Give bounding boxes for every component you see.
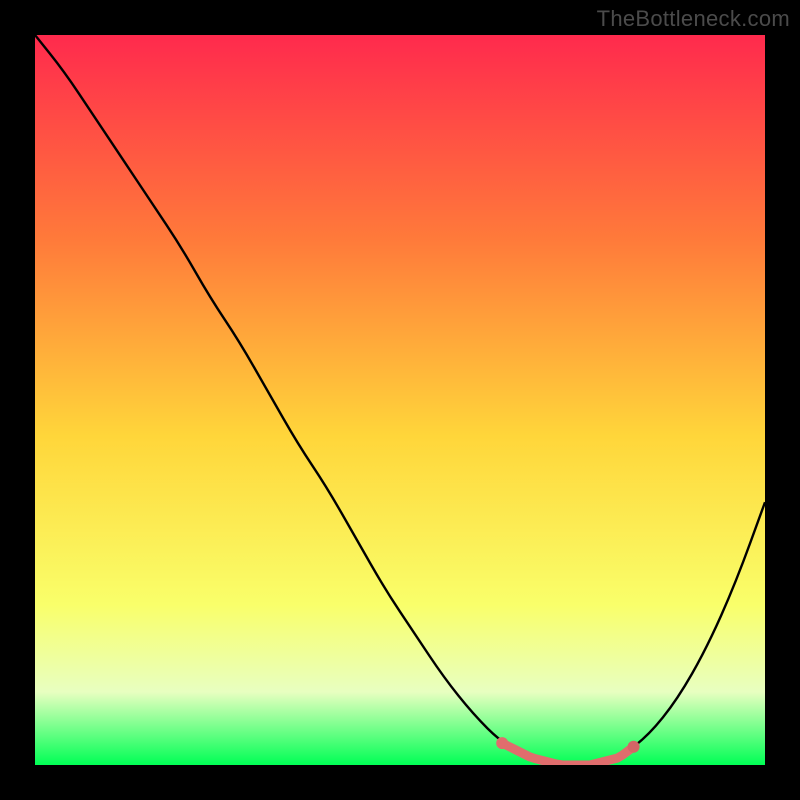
valley-highlight (502, 743, 633, 765)
bottleneck-curve (35, 35, 765, 765)
chart-frame: TheBottleneck.com (0, 0, 800, 800)
plot-area (35, 35, 765, 765)
valley-dot-right (628, 741, 640, 753)
valley-dot-left (496, 737, 508, 749)
watermark-text: TheBottleneck.com (597, 6, 790, 32)
curve-layer (35, 35, 765, 765)
